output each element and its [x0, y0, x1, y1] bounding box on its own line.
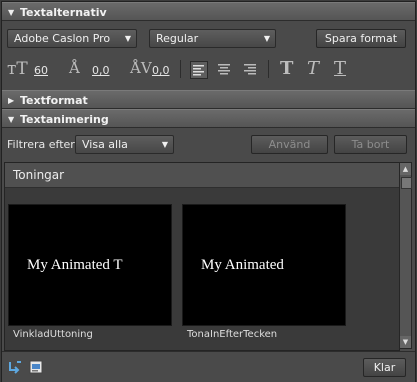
align-right-icon[interactable] [242, 61, 258, 77]
panel-footer: Klar [2, 351, 415, 382]
text-options-panel: ▼ Textalternativ Adobe Caslon Pro ▼ Regu… [1, 1, 416, 382]
remove-button[interactable]: Ta bort [334, 135, 407, 154]
leading-value[interactable]: 0,0 [92, 64, 110, 77]
font-size-icon: ᴛT [7, 59, 28, 79]
filter-label: Filtrera efter: [7, 138, 79, 151]
triangle-down-icon: ▼ [8, 115, 15, 124]
gallery-title: Toningar [5, 163, 399, 188]
thumbnail-preview-text: My Animated T [27, 257, 123, 273]
save-preset-button[interactable]: Spara format [316, 29, 406, 48]
apply-button[interactable]: Använd [251, 135, 328, 154]
filter-value: Visa alla [82, 138, 128, 151]
thumbnail-caption: VinkladUttoning [13, 329, 93, 340]
tracking-icon: ÅV [130, 59, 152, 77]
section-title: Textformat [20, 94, 88, 107]
align-center-icon[interactable] [216, 61, 232, 77]
font-style-value: Regular [156, 32, 199, 45]
section-textalternativ[interactable]: ▼ Textalternativ [2, 2, 415, 21]
scroll-up-icon[interactable]: ▲ [400, 163, 411, 175]
divider [268, 60, 269, 78]
align-left-icon[interactable] [190, 61, 208, 79]
done-button[interactable]: Klar [363, 358, 406, 377]
font-style-dropdown[interactable]: Regular ▼ [149, 29, 276, 48]
section-textformat[interactable]: ▶ Textformat [2, 90, 415, 109]
animation-thumbnail[interactable]: My Animated T [8, 204, 172, 326]
triangle-down-icon: ▼ [8, 8, 15, 17]
section-textanimering[interactable]: ▼ Textanimering [2, 109, 415, 128]
section-title: Textanimering [20, 113, 109, 126]
scroll-down-icon[interactable]: ▼ [400, 336, 411, 348]
scroll-thumb[interactable] [401, 177, 412, 189]
italic-text-icon[interactable]: T [307, 58, 319, 79]
underline-text-icon[interactable]: T [334, 58, 346, 79]
animation-gallery: Toningar My Animated T VinkladUttoning M… [4, 162, 400, 351]
chevron-down-icon: ▼ [263, 34, 270, 43]
animation-thumbnail[interactable]: My Animated [182, 204, 346, 326]
thumbnail-caption: TonaInEfterTecken [187, 329, 278, 340]
gallery-scrollbar[interactable]: ▲ ▼ [399, 162, 412, 349]
chevron-down-icon: ▼ [124, 34, 131, 43]
chevron-down-icon: ▼ [161, 140, 168, 149]
text-document-icon[interactable] [29, 360, 43, 374]
thumbnail-preview-text: My Animated [201, 257, 284, 273]
triangle-right-icon: ▶ [8, 96, 15, 105]
font-family-dropdown[interactable]: Adobe Caslon Pro ▼ [7, 29, 137, 48]
indent-text-icon[interactable] [8, 360, 22, 374]
leading-icon: Å [69, 59, 80, 77]
tracking-value[interactable]: 0,0 [152, 64, 170, 77]
font-size-value[interactable]: 60 [34, 64, 48, 77]
filter-dropdown[interactable]: Visa alla ▼ [75, 135, 174, 154]
divider [180, 60, 181, 78]
font-family-value: Adobe Caslon Pro [14, 32, 111, 45]
bold-text-icon[interactable]: T [280, 58, 293, 79]
section-title: Textalternativ [20, 6, 107, 19]
